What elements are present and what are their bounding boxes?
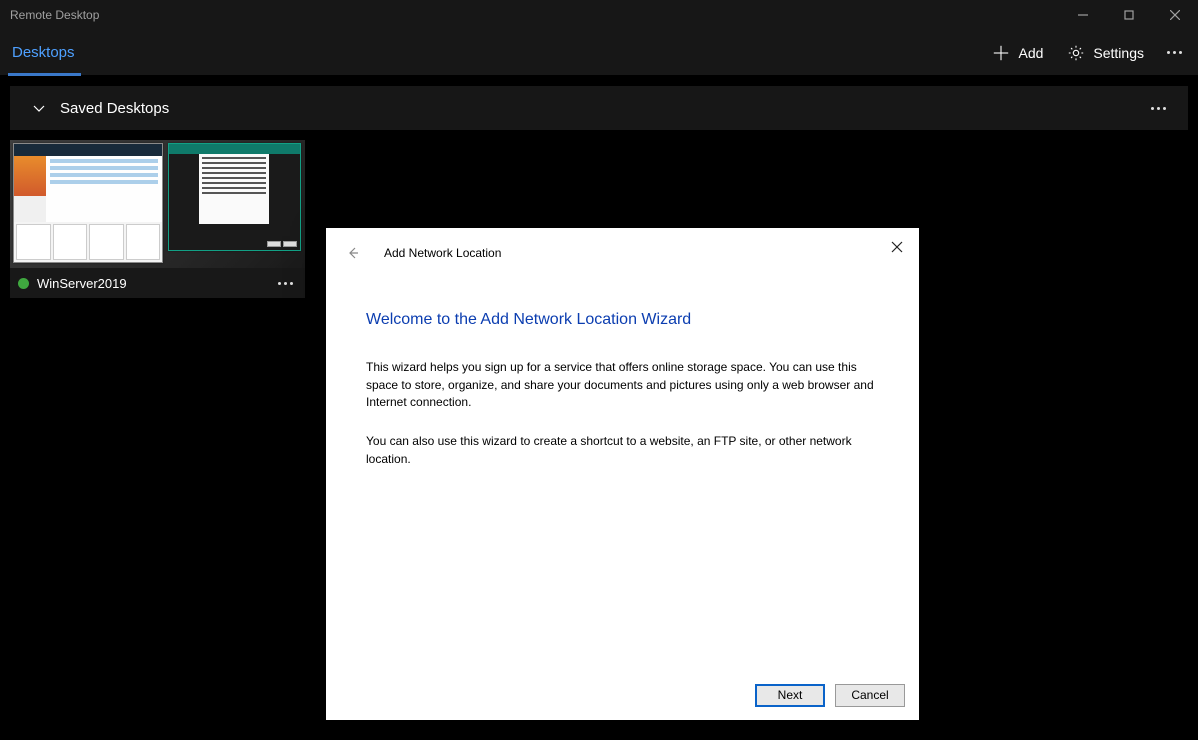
close-icon	[891, 241, 903, 253]
header-bar: Desktops Add Settings	[0, 30, 1198, 76]
cancel-button[interactable]: Cancel	[835, 684, 905, 707]
dialog-title: Add Network Location	[384, 246, 501, 260]
dialog-close-button[interactable]	[881, 234, 913, 260]
desktop-name: WinServer2019	[37, 276, 265, 291]
add-button[interactable]: Add	[980, 30, 1055, 75]
ellipsis-icon	[278, 282, 293, 285]
tab-label: Desktops	[12, 44, 75, 61]
minimize-icon	[1078, 10, 1088, 20]
settings-button[interactable]: Settings	[1055, 30, 1156, 75]
dialog-paragraph: This wizard helps you sign up for a serv…	[366, 359, 879, 411]
window-controls	[1060, 0, 1198, 30]
tabs-area: Desktops	[0, 30, 980, 75]
section-title: Saved Desktops	[60, 100, 1144, 117]
window-close-button[interactable]	[1152, 0, 1198, 30]
back-arrow-icon	[345, 245, 361, 261]
section-header[interactable]: Saved Desktops	[10, 86, 1188, 130]
window-titlebar: Remote Desktop	[0, 0, 1198, 30]
header-more-button[interactable]	[1156, 30, 1192, 75]
next-button[interactable]: Next	[755, 684, 825, 707]
add-network-location-dialog: Add Network Location Welcome to the Add …	[326, 228, 919, 720]
dialog-titlebar: Add Network Location	[326, 228, 919, 278]
ellipsis-icon	[1151, 107, 1166, 110]
dialog-body: Welcome to the Add Network Location Wiza…	[326, 278, 919, 670]
close-icon	[1170, 10, 1180, 20]
add-label: Add	[1018, 45, 1043, 61]
chevron-down-icon	[32, 101, 46, 115]
tile-more-button[interactable]	[273, 271, 297, 295]
window-title: Remote Desktop	[10, 8, 1060, 22]
window-maximize-button[interactable]	[1106, 0, 1152, 30]
settings-label: Settings	[1093, 45, 1144, 61]
tab-desktops[interactable]: Desktops	[0, 30, 89, 75]
dialog-heading: Welcome to the Add Network Location Wiza…	[366, 308, 879, 331]
desktop-thumbnail	[10, 140, 305, 268]
window-minimize-button[interactable]	[1060, 0, 1106, 30]
maximize-icon	[1124, 10, 1134, 20]
ellipsis-icon	[1167, 51, 1182, 54]
plus-icon	[992, 44, 1010, 62]
gear-icon	[1067, 44, 1085, 62]
dialog-back-button[interactable]	[336, 236, 370, 270]
section-more-button[interactable]	[1144, 94, 1172, 122]
tile-footer: WinServer2019	[10, 268, 305, 298]
dialog-paragraph: You can also use this wizard to create a…	[366, 433, 879, 468]
dialog-footer: Next Cancel	[326, 670, 919, 720]
header-actions: Add Settings	[980, 30, 1198, 75]
status-indicator-icon	[18, 278, 29, 289]
desktop-tile[interactable]: WinServer2019	[10, 140, 305, 298]
